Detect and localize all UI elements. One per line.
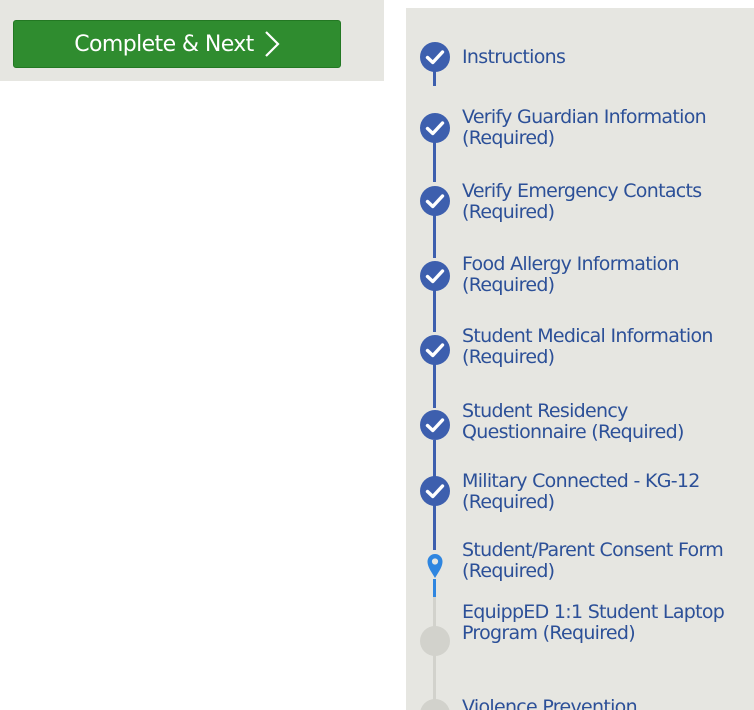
action-bar: Complete & Next xyxy=(0,0,384,81)
check-circle-icon xyxy=(419,475,451,507)
check-circle-icon xyxy=(419,185,451,217)
step-label: Student Residency Questionnaire (Require… xyxy=(462,400,684,443)
empty-circle-icon xyxy=(419,625,451,657)
step-label: Violence Prevention xyxy=(462,696,638,710)
step-label: Student/Parent Consent Form (Required) xyxy=(462,539,724,582)
step-connector xyxy=(433,140,436,182)
steps-panel: Instructions Verify Guardian Information… xyxy=(406,8,754,710)
check-circle-icon xyxy=(419,334,451,366)
step-label: Food Allergy Information (Required) xyxy=(462,253,680,296)
complete-and-next-label: Complete & Next xyxy=(74,31,254,57)
step-connector xyxy=(433,579,436,597)
step-label: Verify Emergency Contacts (Required) xyxy=(462,180,702,223)
step-connector xyxy=(433,290,436,332)
check-circle-icon xyxy=(419,260,451,292)
step-connector xyxy=(433,214,436,258)
complete-and-next-button[interactable]: Complete & Next xyxy=(13,20,341,68)
empty-circle-icon xyxy=(419,698,451,710)
chevron-right-icon xyxy=(264,30,280,58)
location-pin-icon xyxy=(419,547,451,579)
step-connector xyxy=(433,364,436,408)
step-label: Verify Guardian Information (Required) xyxy=(462,106,707,149)
check-circle-icon xyxy=(419,41,451,73)
step-connector xyxy=(433,505,436,550)
page: Complete & Next Instructions Verify Guar… xyxy=(0,0,754,710)
step-label: Instructions xyxy=(462,46,566,68)
step-label: Military Connected - KG-12 (Required) xyxy=(462,470,700,513)
step-label: Student Medical Information (Required) xyxy=(462,325,713,368)
step-label: EquippED 1:1 Student Laptop Program (Req… xyxy=(462,601,725,644)
check-circle-icon xyxy=(419,112,451,144)
check-circle-icon xyxy=(419,409,451,441)
